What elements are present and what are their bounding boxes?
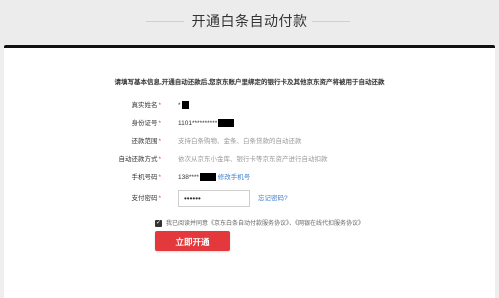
id-number-label: 身份证号*: [131, 120, 161, 127]
name-redaction: [181, 101, 189, 110]
row-phone: 手机号码* 138**** 修改手机号: [4, 172, 495, 184]
repay-method-label: 自动还款方式*: [118, 156, 161, 163]
pay-password-input[interactable]: ••••••: [178, 190, 250, 207]
forgot-password-link[interactable]: 忘记密码?: [258, 193, 288, 205]
real-name-label: 真实姓名*: [131, 102, 161, 109]
activate-now-button[interactable]: 立即开通: [155, 231, 230, 251]
agreement-row: ✓ 我已阅读并同意《京东白条自动付款服务协议》、《网银在线代扣服务协议》: [4, 218, 495, 230]
page-title: 开通白条自动付款: [191, 13, 308, 29]
id-redaction: [218, 119, 235, 128]
id-number-value: 1101**********: [178, 118, 235, 130]
instruction-text: 请填写基本信息,开通自动还款后,您京东账户里绑定的银行卡及其他京东资产将被用于自…: [114, 79, 385, 86]
row-repay-scope: 还款范围* 支持白条购物、金条、白条贷款的自动还款: [4, 136, 495, 148]
repay-scope-label: 还款范围*: [131, 138, 161, 145]
real-name-value: *: [178, 100, 189, 112]
form-card: 请填写基本信息,开通自动还款后,您京东账户里绑定的银行卡及其他京东资产将被用于自…: [4, 45, 495, 298]
page-header: 开通白条自动付款: [0, 0, 499, 44]
agreement-checkbox[interactable]: ✓: [155, 220, 162, 227]
change-phone-link[interactable]: 修改手机号: [218, 174, 251, 181]
row-id-number: 身份证号* 1101**********: [4, 118, 495, 130]
phone-redaction: [199, 173, 216, 182]
phone-value: 138**** 修改手机号: [178, 173, 251, 182]
repay-method-value: 依次从京东小金库、银行卡等京东资产进行自动扣款: [178, 156, 328, 163]
agreement-text[interactable]: 我已阅读并同意《京东白条自动付款服务协议》、《网银在线代扣服务协议》: [166, 218, 364, 230]
repay-scope-value: 支持白条购物、金条、白条贷款的自动还款: [178, 138, 302, 145]
phone-label: 手机号码*: [131, 174, 161, 181]
row-pay-password: 支付密码* •••••• 忘记密码?: [4, 190, 495, 207]
pay-password-label: 支付密码*: [131, 195, 161, 202]
row-real-name: 真实姓名* *: [4, 100, 495, 112]
row-repay-method: 自动还款方式* 依次从京东小金库、银行卡等京东资产进行自动扣款: [4, 154, 495, 166]
title-rule-right: [312, 21, 350, 22]
